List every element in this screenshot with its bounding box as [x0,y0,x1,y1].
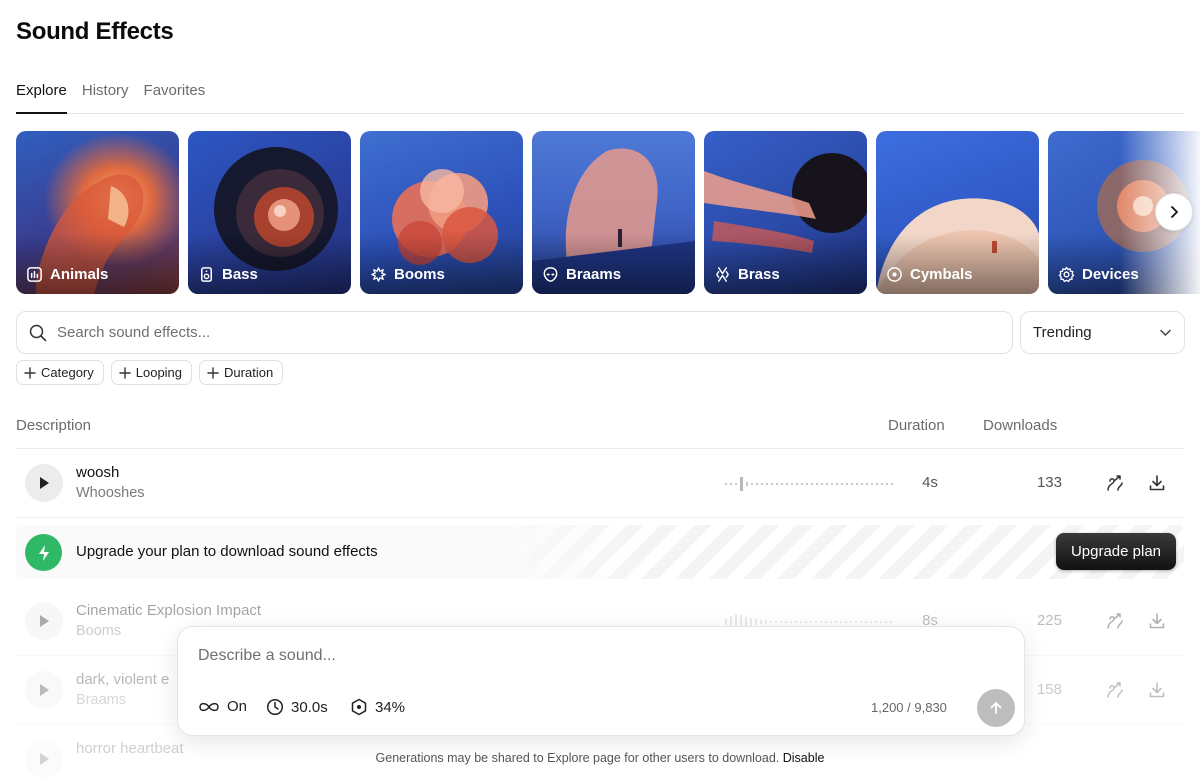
sharing-notice: Generations may be shared to Explore pag… [0,751,1200,765]
category-label: Brass [738,266,780,283]
sharing-notice-text: Generations may be shared to Explore pag… [375,751,780,765]
sound-downloads: 133 [1036,474,1062,491]
category-card-booms[interactable]: Booms [360,131,523,294]
influence-label: 34% [375,698,406,716]
filter-chips: Category Looping Duration [16,360,284,385]
plus-icon [119,366,131,379]
category-label: Devices [1082,266,1139,283]
credit-counter: 1,200 / 9,830 [871,700,947,715]
category-label: Animals [50,266,109,283]
remix-icon[interactable] [1105,611,1125,631]
category-card-animals[interactable]: Animals [16,131,179,294]
category-card-bass[interactable]: Bass [188,131,351,294]
category-label: Braams [566,266,622,283]
disable-sharing-link[interactable]: Disable [783,751,825,765]
loop-label: On [227,698,248,715]
column-duration: Duration [888,417,945,434]
plus-icon [24,366,36,379]
infinity-icon [199,702,219,711]
tab-explore[interactable]: Explore [16,80,67,114]
tab-favorites[interactable]: Favorites [144,80,206,114]
cymbal-icon [887,267,902,282]
describe-sound-input[interactable] [198,647,998,673]
play-button[interactable] [25,671,63,709]
tab-history[interactable]: History [82,80,129,114]
category-label: Bass [222,266,258,283]
page-title: Sound Effects [16,18,174,45]
sort-dropdown[interactable]: Trending [1020,311,1185,354]
sound-title: Cinematic Explosion Impact [76,602,262,619]
download-icon[interactable] [1147,680,1167,700]
remix-icon[interactable] [1105,680,1125,700]
category-card-brass[interactable]: Brass [704,131,867,294]
filter-label: Duration [224,365,274,380]
sound-category: Whooshes [76,485,145,501]
play-icon [40,477,49,489]
category-card-cymbals[interactable]: Cymbals [876,131,1039,294]
upgrade-plan-button[interactable]: Upgrade plan [1056,533,1176,570]
upgrade-message: Upgrade your plan to download sound effe… [76,543,378,560]
chevron-right-icon [1171,206,1178,218]
tab-bar: Explore History Favorites [16,80,1184,114]
carousel-next-button[interactable] [1155,193,1193,231]
alien-icon [543,267,558,282]
category-card-braams[interactable]: Braams [532,131,695,294]
play-icon [40,684,49,696]
prompt-influence-setting[interactable]: 34% [350,698,405,716]
burst-icon [371,267,386,282]
brass-icon [716,267,729,282]
play-icon [40,615,49,627]
gear-icon [1058,266,1075,283]
chevron-down-icon [1160,329,1171,336]
search-input[interactable] [57,324,957,341]
sound-title: woosh [76,464,120,481]
duration-label: 30.0s [291,698,328,716]
play-button[interactable] [25,602,63,640]
bolt-icon [25,534,62,571]
table-row[interactable]: woosh Whooshes 4s 133 [16,449,1184,518]
column-downloads: Downloads [983,417,1058,434]
waveform[interactable] [725,475,897,493]
filter-duration-button[interactable]: Duration [199,360,284,385]
sound-category: Booms [76,623,122,639]
upgrade-banner: Upgrade your plan to download sound effe… [16,525,1184,579]
clock-icon [266,698,284,716]
sound-composer: On 30.0s 34% 1,200 / 9,830 [177,626,1025,736]
search-bar [16,311,1013,354]
table-header: Description Duration Downloads [16,417,1184,449]
filter-looping-button[interactable]: Looping [110,360,193,385]
speaker-icon [201,267,212,282]
animals-icon [27,267,42,282]
plus-icon [207,366,219,379]
submit-button[interactable] [977,689,1015,727]
arrow-up-icon [990,702,1002,714]
sound-title: dark, violent e [76,671,170,688]
column-description: Description [16,417,92,434]
search-icon [29,324,47,341]
filter-category-button[interactable]: Category [16,360,104,385]
filter-label: Category [41,365,94,380]
category-label: Cymbals [910,266,973,283]
duration-setting[interactable]: 30.0s [266,698,328,716]
play-button[interactable] [25,464,63,502]
category-carousel: Animals Bass Booms Braams Brass Cymbals … [16,131,1200,294]
sound-category: Braams [76,692,126,708]
sort-selected: Trending [1033,324,1092,341]
sound-duration: 4s [922,474,938,491]
hexagon-icon [351,698,367,716]
category-label: Booms [394,266,445,283]
remix-icon[interactable] [1105,473,1125,493]
filter-label: Looping [135,365,183,380]
loop-toggle[interactable]: On [198,698,247,715]
download-icon[interactable] [1147,611,1167,631]
download-icon[interactable] [1147,473,1167,493]
